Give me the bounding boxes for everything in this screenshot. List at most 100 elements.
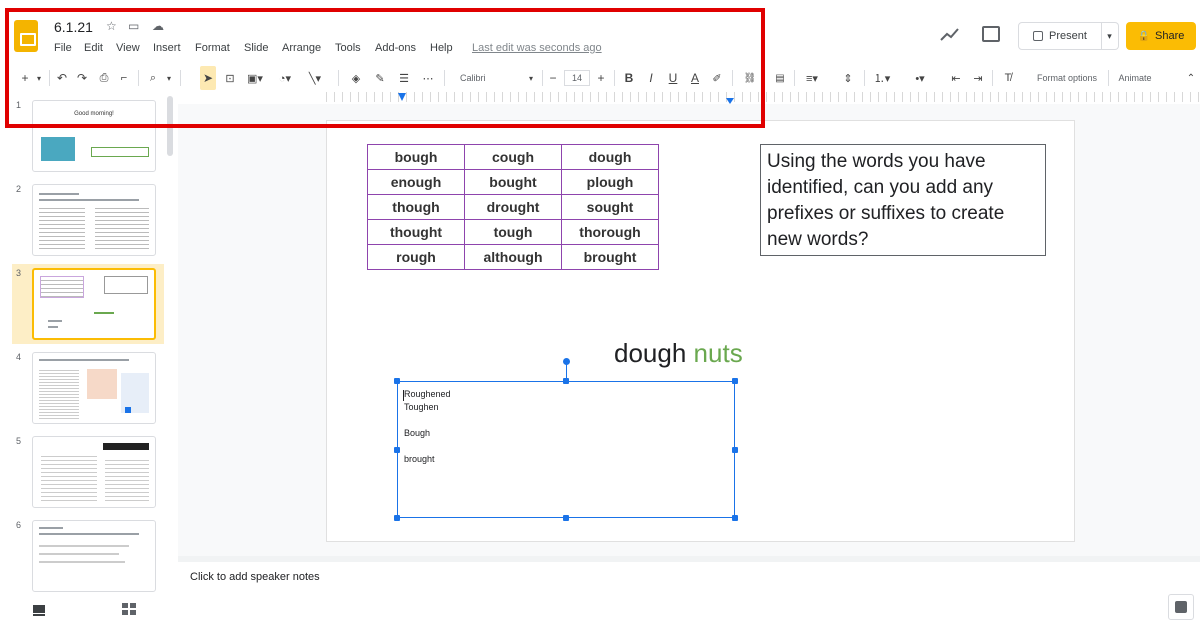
menu-tools[interactable]: Tools <box>335 42 361 54</box>
highlight-color-icon[interactable]: ✐ <box>710 66 724 90</box>
border-dash-icon[interactable]: ⋯ <box>420 66 436 90</box>
table-cell[interactable]: sought <box>561 194 659 220</box>
table-cell[interactable]: thought <box>367 219 465 245</box>
table-cell[interactable]: bough <box>367 144 465 170</box>
underline-icon[interactable]: U <box>666 66 680 90</box>
table-cell[interactable]: rough <box>367 244 465 270</box>
font-dropdown-icon[interactable]: ▾ <box>526 66 536 90</box>
add-comment-icon[interactable]: ▤ <box>772 66 788 90</box>
slide-thumbnail-4[interactable] <box>32 352 156 424</box>
menu-help[interactable]: Help <box>430 42 453 54</box>
document-title[interactable]: 6.1.21 <box>54 19 93 35</box>
menu-insert[interactable]: Insert <box>153 42 181 54</box>
comment-history-icon[interactable] <box>982 26 1000 42</box>
slide-thumbnail-6[interactable] <box>32 520 156 592</box>
line-spacing-icon[interactable]: ⇕ <box>840 66 856 90</box>
slides-logo-icon[interactable] <box>14 20 38 52</box>
present-dropdown-button[interactable]: ▾ <box>1101 22 1119 50</box>
slide-thumbnail-5[interactable] <box>32 436 156 508</box>
explore-icon[interactable] <box>1168 594 1194 620</box>
horizontal-ruler[interactable] <box>326 92 1200 102</box>
text-box-icon[interactable]: ⊡ <box>222 66 238 90</box>
speaker-notes-area[interactable] <box>178 562 1200 614</box>
table-cell[interactable]: bought <box>464 169 562 195</box>
zoom-icon[interactable]: ⌕ <box>144 66 162 90</box>
prompt-text-box[interactable]: Using the words you have identified, can… <box>760 144 1046 256</box>
font-select[interactable]: Calibri <box>460 66 520 90</box>
text-color-icon[interactable]: A <box>688 66 702 90</box>
table-cell[interactable]: though <box>367 194 465 220</box>
italic-icon[interactable]: I <box>644 66 658 90</box>
slide-thumbnail-3[interactable] <box>32 268 156 340</box>
slide-thumbnail-2[interactable] <box>32 184 156 256</box>
resize-handle[interactable] <box>563 515 569 521</box>
print-icon[interactable]: ⎙ <box>96 66 112 90</box>
zoom-dropdown-icon[interactable]: ▾ <box>164 66 174 90</box>
new-slide-icon[interactable]: + <box>18 66 32 90</box>
selected-text-box[interactable] <box>397 381 735 518</box>
new-slide-dropdown-icon[interactable]: ▾ <box>34 66 44 90</box>
resize-handle[interactable] <box>732 447 738 453</box>
table-cell[interactable]: drought <box>464 194 562 220</box>
table-cell[interactable]: brought <box>561 244 659 270</box>
resize-handle[interactable] <box>394 515 400 521</box>
table-cell[interactable]: tough <box>464 219 562 245</box>
resize-handle[interactable] <box>394 447 400 453</box>
doughnuts-text-box[interactable]: dough nuts <box>614 338 743 369</box>
filmstrip-scrollbar[interactable] <box>167 96 173 156</box>
resize-handle[interactable] <box>394 378 400 384</box>
border-color-icon[interactable]: ✎ <box>372 66 388 90</box>
fill-color-icon[interactable]: ◈ <box>348 66 364 90</box>
grid-view-icon[interactable] <box>122 603 136 615</box>
increase-font-size-icon[interactable]: + <box>594 66 608 90</box>
share-button[interactable]: 🔒 Share <box>1126 22 1196 50</box>
resize-handle[interactable] <box>563 378 569 384</box>
increase-indent-icon[interactable]: ⇥ <box>970 66 986 90</box>
menu-slide[interactable]: Slide <box>244 42 268 54</box>
collapse-menu-icon[interactable]: ⌃ <box>1184 66 1198 90</box>
table-cell[interactable]: enough <box>367 169 465 195</box>
move-folder-icon[interactable]: ▭ <box>128 19 139 33</box>
bold-icon[interactable]: B <box>622 66 636 90</box>
menu-arrange[interactable]: Arrange <box>282 42 321 54</box>
insert-link-icon[interactable]: ⛓ <box>742 66 758 90</box>
animate-button[interactable]: Animate <box>1112 66 1158 90</box>
align-icon[interactable]: ≡▾ <box>800 66 824 90</box>
table-cell[interactable]: plough <box>561 169 659 195</box>
select-cursor-icon[interactable]: ➤ <box>200 66 216 90</box>
menu-file[interactable]: File <box>54 42 72 54</box>
menu-addons[interactable]: Add-ons <box>375 42 416 54</box>
image-icon[interactable]: ▣▾ <box>244 66 266 90</box>
star-icon[interactable]: ☆ <box>106 19 117 33</box>
rotate-handle[interactable] <box>563 358 570 365</box>
decrease-font-size-icon[interactable]: − <box>546 66 560 90</box>
resize-handle[interactable] <box>732 378 738 384</box>
activity-trend-icon[interactable] <box>940 26 960 44</box>
menu-edit[interactable]: Edit <box>84 42 103 54</box>
word-table[interactable]: bough cough dough enough bought plough t… <box>367 144 659 270</box>
table-cell[interactable]: although <box>464 244 562 270</box>
format-options-button[interactable]: Format options <box>1028 66 1106 90</box>
border-weight-icon[interactable]: ☰ <box>396 66 412 90</box>
table-cell[interactable]: dough <box>561 144 659 170</box>
table-cell[interactable]: cough <box>464 144 562 170</box>
decrease-indent-icon[interactable]: ⇤ <box>948 66 964 90</box>
paint-format-icon[interactable]: ⌐ <box>116 66 132 90</box>
filmstrip-view-icon[interactable] <box>32 603 46 617</box>
numbered-list-icon[interactable]: ⒈▾ <box>870 66 894 90</box>
speaker-notes-placeholder[interactable]: Click to add speaker notes <box>190 571 320 583</box>
slide-thumbnail-1[interactable]: Good morning! <box>32 100 156 172</box>
menu-format[interactable]: Format <box>195 42 230 54</box>
bulleted-list-icon[interactable]: •▾ <box>908 66 932 90</box>
cloud-status-icon[interactable]: ☁ <box>152 19 164 33</box>
clear-formatting-icon[interactable]: T̸ <box>1000 66 1016 90</box>
present-button[interactable]: Present <box>1018 22 1102 50</box>
font-size-input[interactable]: 14 <box>564 70 590 86</box>
shape-icon[interactable]: ◔▾ <box>274 66 296 90</box>
last-edit-link[interactable]: Last edit was seconds ago <box>472 42 602 54</box>
table-cell[interactable]: thorough <box>561 219 659 245</box>
redo-icon[interactable]: ↷ <box>74 66 90 90</box>
resize-handle[interactable] <box>732 515 738 521</box>
menu-view[interactable]: View <box>116 42 140 54</box>
line-icon[interactable]: ╲▾ <box>304 66 326 90</box>
